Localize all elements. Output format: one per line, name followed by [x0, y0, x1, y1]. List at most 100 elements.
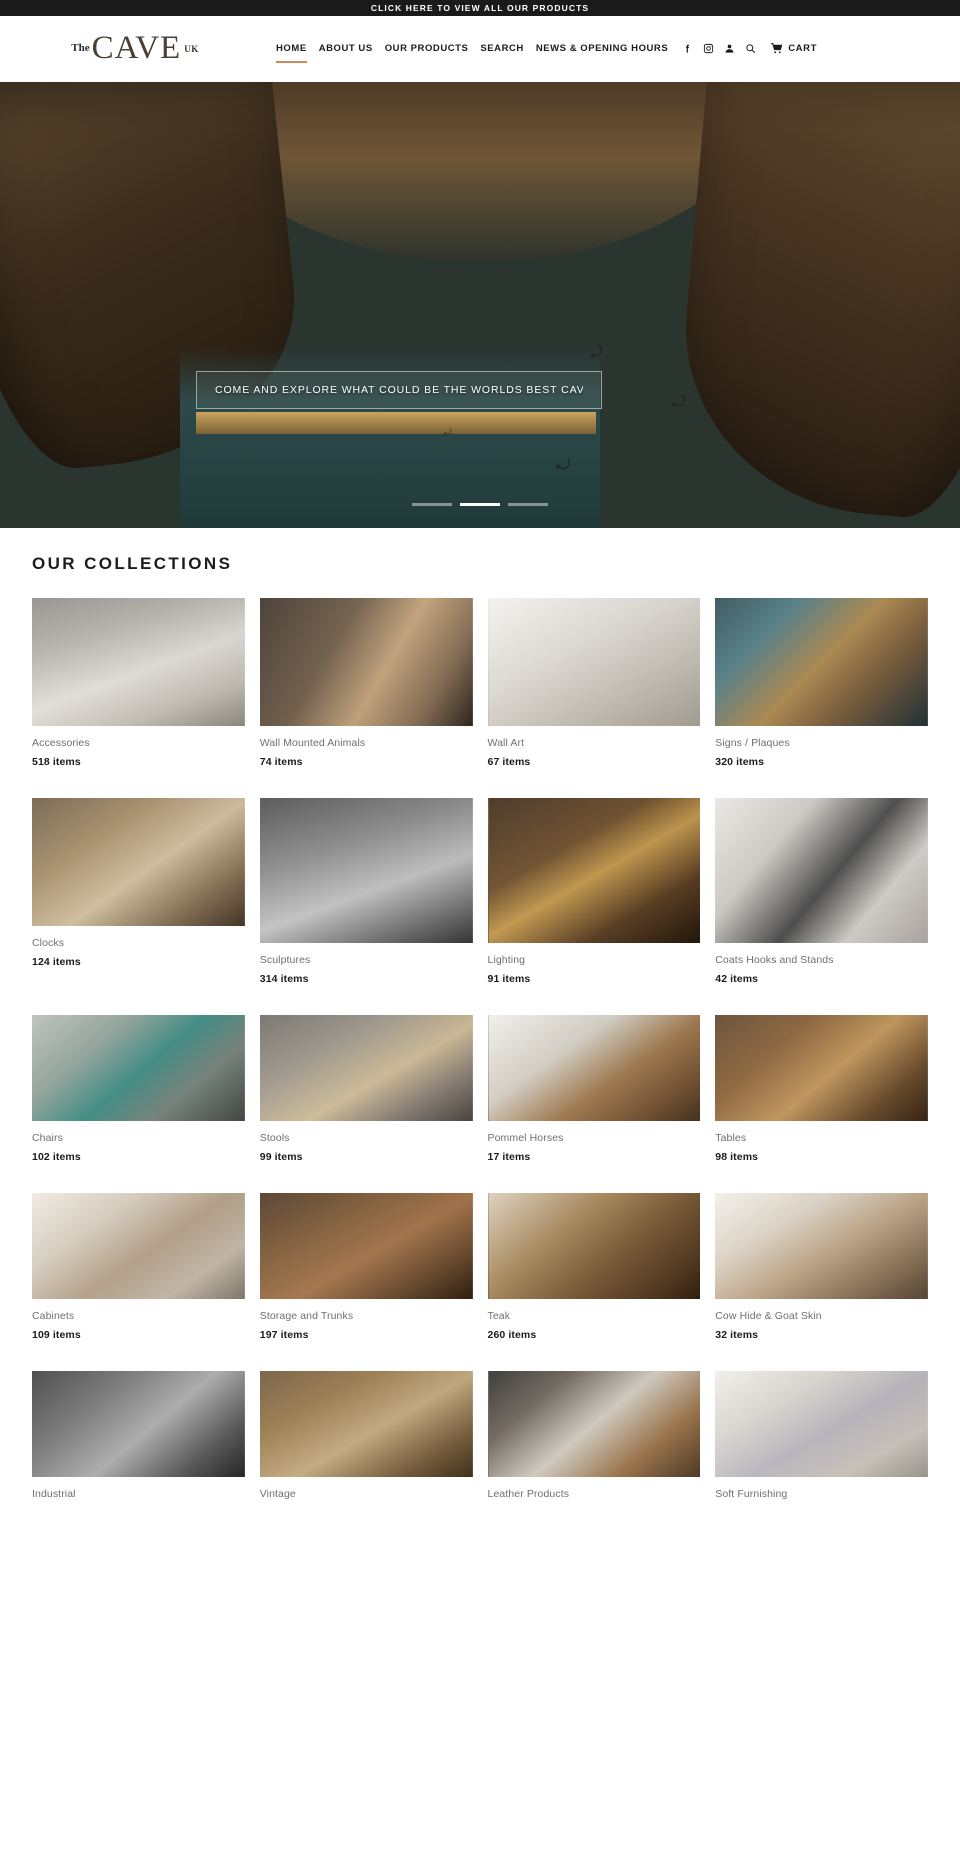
nav-item-search[interactable]: SEARCH — [474, 39, 529, 58]
collection-image[interactable] — [32, 598, 245, 726]
collection-title: Wall Art — [487, 737, 525, 749]
collection-image[interactable] — [32, 1193, 245, 1299]
carousel-dot-1[interactable] — [412, 503, 452, 506]
collection-image[interactable] — [487, 1015, 701, 1121]
collection-item-count: 91 items — [487, 973, 531, 985]
facebook-icon[interactable] — [682, 43, 693, 54]
collection-image[interactable] — [259, 1015, 473, 1121]
collection-card[interactable]: Wall Mounted Animals 74 items — [259, 598, 473, 768]
collection-card[interactable]: Teak 260 items — [487, 1193, 701, 1341]
collections-row: Cabinets 109 items Storage and Trunks 197 i… — [32, 1193, 928, 1341]
hero-caption[interactable]: COME AND EXPLORE WHAT COULD BE THE WORLD… — [196, 371, 602, 409]
hero-carousel[interactable]: ⤾ ⤾ ⤾ ⤾ COME AND EXPLORE WHAT COULD BE T… — [0, 82, 960, 528]
collection-card[interactable]: Cabinets 109 items — [32, 1193, 245, 1341]
collection-card[interactable]: Chairs 102 items — [32, 1015, 245, 1163]
collection-title: Vintage — [259, 1488, 296, 1500]
search-icon[interactable] — [745, 43, 756, 54]
collection-item-count: 320 items — [715, 756, 765, 768]
nav-item-our-products[interactable]: OUR PRODUCTS — [379, 39, 475, 58]
collection-item-count: 32 items — [715, 1329, 759, 1341]
collections-section: OUR COLLECTIONS Accessories 518 items Wall… — [0, 528, 960, 1507]
collection-image[interactable] — [715, 1015, 928, 1121]
collection-image[interactable] — [259, 598, 473, 726]
collection-card[interactable]: Stools 99 items — [259, 1015, 473, 1163]
nav-item-about-us[interactable]: ABOUT US — [313, 39, 379, 58]
collection-image[interactable] — [259, 798, 473, 943]
collection-card[interactable]: Soft Furnishing — [715, 1371, 928, 1507]
collection-image[interactable] — [32, 798, 245, 926]
collection-image[interactable] — [259, 1193, 473, 1299]
collection-image[interactable] — [715, 598, 928, 726]
site-logo[interactable]: The CAVE UK — [0, 32, 270, 65]
collection-image[interactable] — [32, 1015, 245, 1121]
collection-title: Cow Hide & Goat Skin — [715, 1310, 822, 1322]
collection-title: Industrial — [32, 1488, 76, 1500]
logo-uk-text: UK — [184, 44, 199, 54]
collection-title: Signs / Plaques — [715, 737, 790, 749]
collection-item-count: 109 items — [32, 1329, 81, 1341]
announcement-bar[interactable]: CLICK HERE TO VIEW ALL OUR PRODUCTS — [0, 0, 960, 16]
collection-card[interactable]: Leather Products — [487, 1371, 701, 1507]
collection-image[interactable] — [487, 798, 701, 943]
main-navigation: HOME ABOUT US OUR PRODUCTS SEARCH NEWS &… — [270, 39, 960, 63]
collection-title: Leather Products — [487, 1488, 570, 1500]
nav-item-home[interactable]: HOME — [270, 39, 313, 63]
collection-card[interactable]: Tables 98 items — [715, 1015, 928, 1163]
collection-card[interactable]: Clocks 124 items — [32, 798, 245, 968]
carousel-dot-2[interactable] — [460, 503, 500, 506]
hero-temple-roof — [196, 412, 596, 434]
collection-item-count: 74 items — [259, 756, 303, 768]
collections-grid: Accessories 518 items Wall Mounted Animals… — [32, 598, 928, 1507]
logo-wordmark: The CAVE UK — [71, 32, 198, 65]
collection-title: Wall Mounted Animals — [259, 737, 366, 749]
collection-item-count: 260 items — [487, 1329, 537, 1341]
collection-item-count: 42 items — [715, 973, 759, 985]
cart-button[interactable]: CART — [770, 42, 817, 55]
collection-image[interactable] — [715, 798, 928, 943]
collection-title: Stools — [259, 1132, 290, 1144]
cart-icon[interactable] — [770, 42, 783, 55]
collection-title: Coats Hooks and Stands — [715, 954, 834, 966]
page-title: OUR COLLECTIONS — [32, 554, 233, 573]
collection-image[interactable] — [715, 1193, 928, 1299]
instagram-icon[interactable] — [703, 43, 714, 54]
collection-card[interactable]: Accessories 518 items — [32, 598, 245, 768]
collections-row: Industrial Vintage Leather Products Soft Fu… — [32, 1371, 928, 1507]
collections-row: Chairs 102 items Stools 99 items Pommel Hors… — [32, 1015, 928, 1163]
collection-card[interactable]: Cow Hide & Goat Skin 32 items — [715, 1193, 928, 1341]
collection-item-count: 17 items — [487, 1151, 531, 1163]
collection-item-count: 98 items — [715, 1151, 759, 1163]
collection-card[interactable]: Sculptures 314 items — [259, 798, 473, 985]
collection-card[interactable]: Coats Hooks and Stands 42 items — [715, 798, 928, 985]
collection-title: Storage and Trunks — [259, 1310, 354, 1322]
collection-card[interactable]: Industrial — [32, 1371, 245, 1507]
collection-title: Pommel Horses — [487, 1132, 564, 1144]
carousel-indicators — [0, 503, 960, 506]
account-icon[interactable] — [724, 43, 735, 54]
logo-the-text: The — [71, 42, 90, 54]
collection-title: Accessories — [32, 737, 90, 749]
collection-card[interactable]: Vintage — [259, 1371, 473, 1507]
collection-card[interactable]: Storage and Trunks 197 items — [259, 1193, 473, 1341]
collection-image[interactable] — [259, 1371, 473, 1477]
bird-icon: ⤾ — [444, 427, 452, 437]
collection-image[interactable] — [715, 1371, 928, 1477]
bird-icon: ⤾ — [672, 394, 686, 411]
collection-title: Soft Furnishing — [715, 1488, 788, 1500]
collection-card[interactable]: Lighting 91 items — [487, 798, 701, 985]
collection-title: Cabinets — [32, 1310, 75, 1322]
collection-card[interactable]: Pommel Horses 17 items — [487, 1015, 701, 1163]
announcement-text[interactable]: CLICK HERE TO VIEW ALL OUR PRODUCTS — [371, 3, 589, 13]
hero-caption-text: COME AND EXPLORE WHAT COULD BE THE WORLD… — [215, 384, 583, 396]
collection-item-count: 314 items — [259, 973, 309, 985]
collection-card[interactable]: Wall Art 67 items — [487, 598, 701, 768]
collection-title: Sculptures — [259, 954, 311, 966]
collection-image[interactable] — [487, 598, 701, 726]
nav-item-news-opening-hours[interactable]: NEWS & OPENING HOURS — [530, 39, 674, 58]
collections-row: Clocks 124 items Sculptures 314 items Lighti… — [32, 798, 928, 985]
collection-image[interactable] — [487, 1193, 701, 1299]
collection-image[interactable] — [487, 1371, 701, 1477]
collection-card[interactable]: Signs / Plaques 320 items — [715, 598, 928, 768]
collection-image[interactable] — [32, 1371, 245, 1477]
carousel-dot-3[interactable] — [508, 503, 548, 506]
